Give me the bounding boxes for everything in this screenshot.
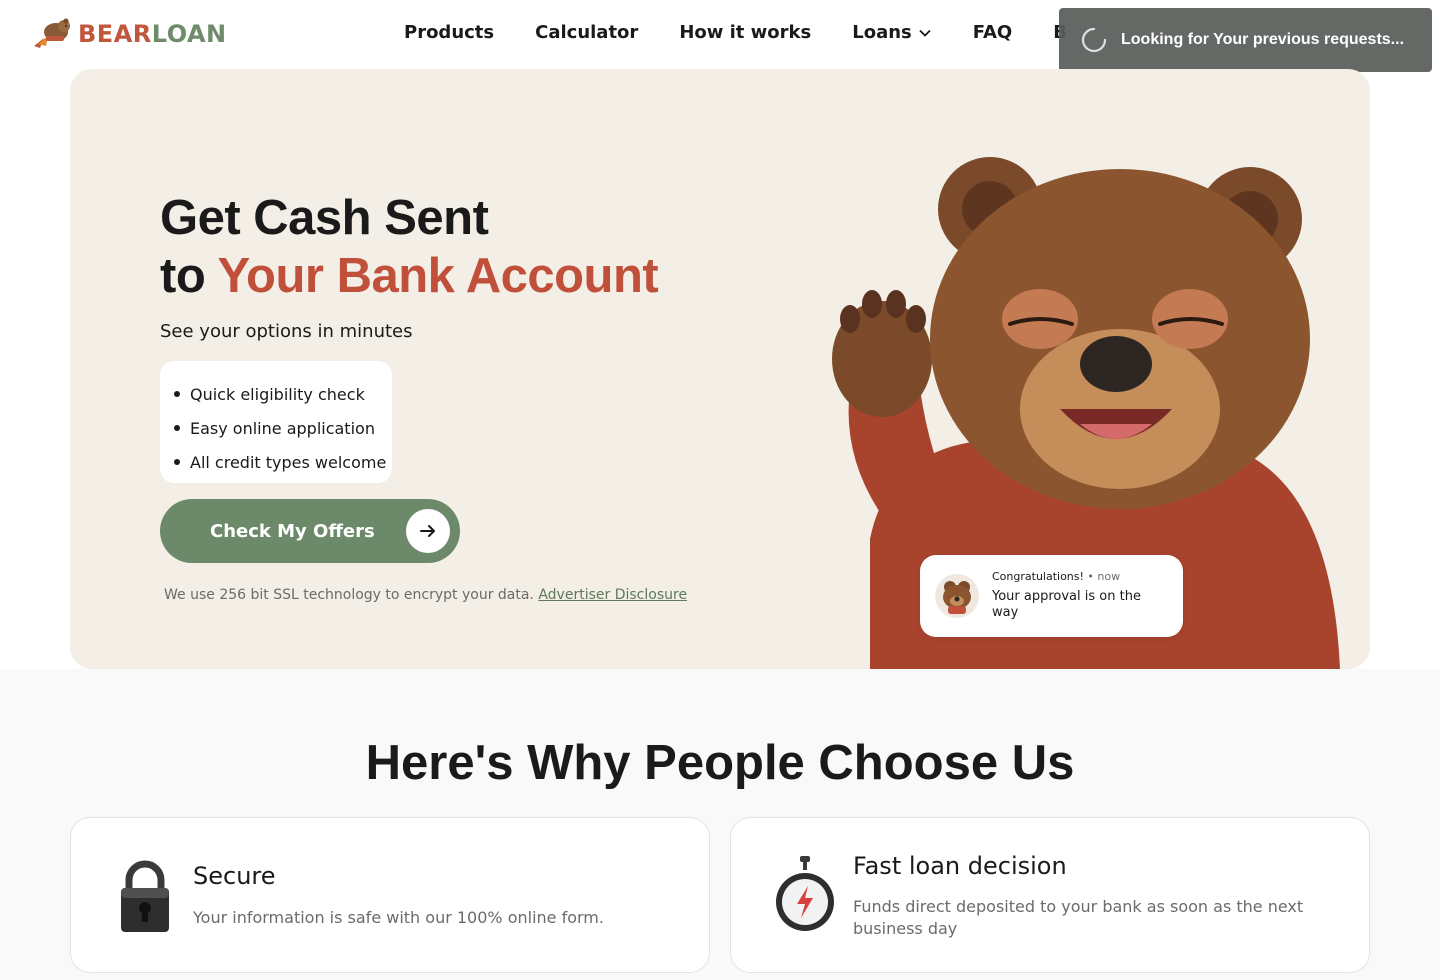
nav-label: FAQ	[972, 22, 1013, 43]
bullet-dot-icon	[174, 459, 180, 465]
bullet-text: Easy online application	[190, 418, 375, 438]
notification-time: now	[1097, 570, 1121, 583]
benefits-list: Quick eligibility check Easy online appl…	[160, 361, 392, 483]
bullet-text: Quick eligibility check	[190, 384, 365, 404]
nav-loans-dropdown[interactable]: Loans	[852, 22, 932, 43]
arrow-right-icon	[406, 509, 450, 553]
hero-title-line1: Get Cash Sent	[160, 191, 489, 245]
chevron-down-icon	[919, 29, 931, 37]
check-offers-button[interactable]: Check My Offers	[160, 499, 460, 563]
bullet-dot-icon	[174, 425, 180, 431]
section-title: Here's Why People Choose Us	[365, 736, 1075, 790]
hero-section: Get Cash Sent to Your Bank Account See y…	[70, 69, 1370, 669]
nav-calculator[interactable]: Calculator	[535, 22, 638, 43]
card-title: Secure	[193, 862, 276, 890]
list-item: Easy online application	[174, 411, 392, 445]
approval-notification: Congratulations! • now Your approval is …	[920, 555, 1183, 637]
hero-title: Get Cash Sent to Your Bank Account	[160, 189, 659, 305]
card-text: Your information is safe with our 100% o…	[193, 908, 604, 927]
nav-how-it-works[interactable]: How it works	[679, 22, 811, 43]
why-choose-us-section: Here's Why People Choose Us Secure Your …	[0, 669, 1440, 980]
brand-name-part2: LOAN	[151, 20, 227, 48]
ssl-text: We use 256 bit SSL technology to encrypt…	[164, 587, 534, 603]
hero-title-prefix: to	[160, 249, 218, 303]
notification-separator: •	[1087, 570, 1098, 583]
nav-label: Loans	[852, 22, 912, 43]
lock-icon	[121, 860, 169, 932]
list-item: All credit types welcome	[174, 445, 392, 479]
hero-subtitle: See your options in minutes	[160, 321, 413, 342]
card-title: Fast loan decision	[853, 852, 1067, 880]
brand-logo[interactable]: BEARLOAN	[30, 16, 227, 52]
bullet-dot-icon	[174, 391, 180, 397]
notification-title: Congratulations!	[992, 570, 1088, 583]
nav-products[interactable]: Products	[404, 22, 494, 43]
bear-avatar-icon	[935, 574, 979, 618]
nav-label: How it works	[679, 22, 812, 43]
bullet-text: All credit types welcome	[190, 452, 387, 472]
bear-logo-icon	[34, 18, 70, 48]
loading-toast: Looking for Your previous requests...	[1059, 8, 1432, 72]
notification-message: Your approval is on the way	[992, 589, 1141, 620]
feature-card-fast-decision: Fast loan decision Funds direct deposite…	[730, 817, 1370, 973]
main-nav: Products Calculator How it works Loans F…	[404, 22, 1108, 43]
spinner-icon	[1081, 27, 1107, 53]
brand-name: BEARLOAN	[78, 20, 227, 48]
nav-faq[interactable]: FAQ	[973, 22, 1012, 43]
feature-card-secure: Secure Your information is safe with our…	[70, 817, 710, 973]
nav-label: Calculator	[535, 22, 639, 43]
nav-label: Products	[404, 22, 495, 43]
notification-header: Congratulations! • now	[992, 570, 1120, 583]
card-text: Funds direct deposited to your bank as s…	[853, 897, 1304, 938]
advertiser-disclosure-link[interactable]: Advertiser Disclosure	[538, 587, 687, 603]
cta-label: Check My Offers	[210, 520, 375, 542]
brand-name-part1: BEAR	[78, 20, 152, 48]
list-item: Quick eligibility check	[174, 377, 392, 411]
toast-text: Looking for Your previous requests...	[1121, 31, 1405, 48]
hero-title-accent: Your Bank Account	[217, 249, 659, 303]
ssl-note: We use 256 bit SSL technology to encrypt…	[164, 587, 687, 603]
stopwatch-icon	[776, 856, 834, 931]
